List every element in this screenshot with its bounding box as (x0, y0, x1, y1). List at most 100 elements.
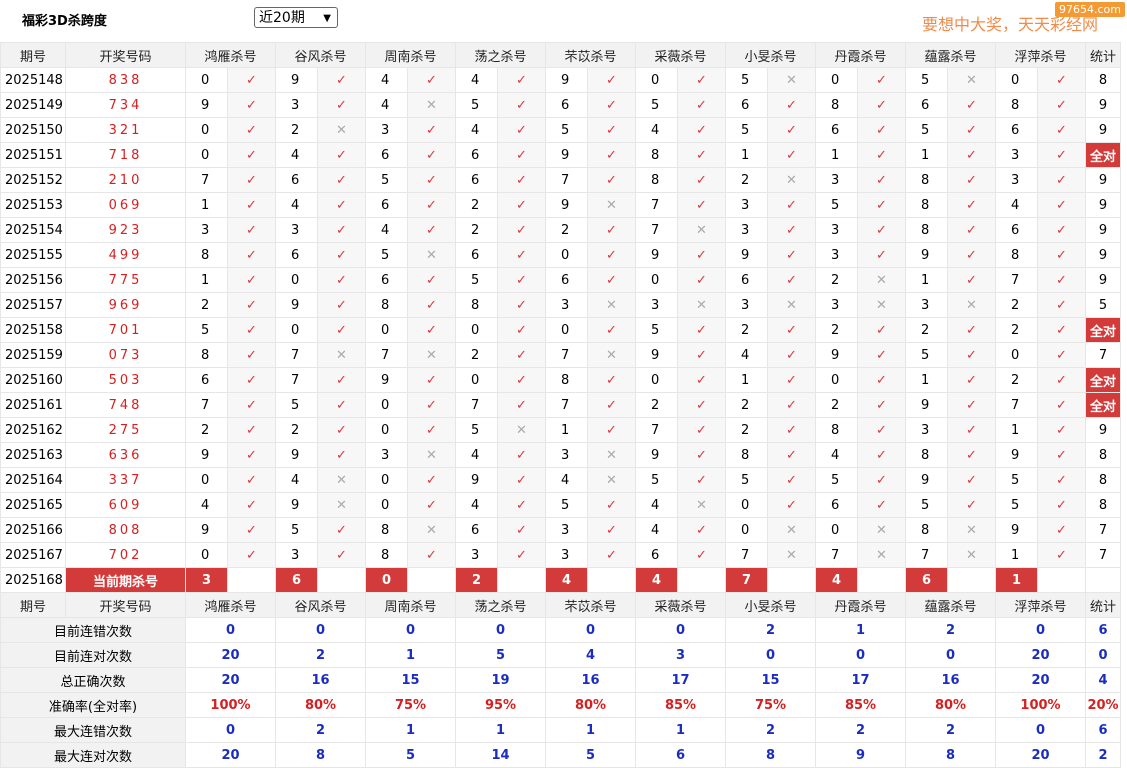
kill-number-cell: 0 (455, 367, 498, 393)
check-icon: ✓ (947, 392, 996, 418)
check-icon: ✓ (767, 417, 816, 443)
check-icon: ✓ (587, 167, 636, 193)
kill-number-cell: 4 (545, 467, 588, 493)
kill-number-cell: 4 (275, 467, 318, 493)
check-icon: ✓ (587, 92, 636, 118)
col-header-expert: 鸿雁杀号 (185, 592, 276, 618)
check-icon: ✓ (587, 317, 636, 343)
kill-number-cell: 4 (455, 117, 498, 143)
stat-cell: 7 (1085, 517, 1121, 543)
issue-cell: 2025149 (0, 92, 66, 118)
kill-number-cell: 1 (905, 142, 948, 168)
kill-number-cell: 2 (725, 417, 768, 443)
kill-number-cell: 0 (365, 467, 408, 493)
kill-number-cell: 5 (905, 492, 948, 518)
kill-number-cell: 1 (185, 192, 228, 218)
kill-number-cell: 1 (905, 267, 948, 293)
check-icon: ✓ (947, 342, 996, 368)
stats-value: 80% (275, 692, 366, 718)
check-icon: ✓ (317, 517, 366, 543)
check-icon: ✓ (227, 292, 276, 318)
kill-number-cell: 4 (455, 442, 498, 468)
empty-cell (947, 567, 996, 593)
check-icon: ✓ (767, 92, 816, 118)
issue-cell: 2025165 (0, 492, 66, 518)
kill-number-cell: 3 (365, 117, 408, 143)
kill-number-cell: 8 (365, 292, 408, 318)
check-icon: ✓ (1037, 267, 1086, 293)
check-icon: ✓ (1037, 392, 1086, 418)
current-kill-label: 当前期杀号 (65, 567, 186, 593)
kill-number-cell: 7 (185, 167, 228, 193)
kill-number-cell: 6 (185, 367, 228, 393)
period-select[interactable]: 近20期 ▼ (254, 7, 338, 28)
cross-icon: ✕ (407, 442, 456, 468)
check-icon: ✓ (1037, 517, 1086, 543)
kill-number-cell: 9 (635, 342, 678, 368)
kill-number-cell: 0 (635, 267, 678, 293)
check-icon: ✓ (767, 467, 816, 493)
kill-number-cell: 8 (815, 417, 858, 443)
check-icon: ✓ (497, 392, 546, 418)
check-icon: ✓ (227, 492, 276, 518)
cross-icon: ✕ (767, 292, 816, 318)
kill-number-cell: 9 (185, 442, 228, 468)
current-kill-number: 4 (545, 567, 588, 593)
draw-number-cell: 503 (65, 367, 186, 393)
check-icon: ✓ (947, 417, 996, 443)
kill-number-cell: 5 (725, 467, 768, 493)
kill-number-cell: 3 (545, 517, 588, 543)
stats-value: 0 (725, 642, 816, 668)
table-row: 2025161 748 7 ✓ 5 ✓ 0 ✓ 7 ✓ 7 ✓ 2 ✓ 2 ✓ 2 ✓ 9 ✓ 7 ✓ 全对 (0, 392, 1121, 418)
check-icon: ✓ (587, 392, 636, 418)
check-icon: ✓ (857, 142, 906, 168)
kill-number-cell: 0 (995, 67, 1038, 93)
kill-number-cell: 4 (275, 192, 318, 218)
check-icon: ✓ (857, 217, 906, 243)
kill-number-cell: 8 (545, 367, 588, 393)
kill-number-cell: 7 (545, 392, 588, 418)
empty-cell (317, 567, 366, 593)
stats-value: 15 (365, 667, 456, 693)
stats-total: 6 (1085, 717, 1121, 743)
check-icon: ✓ (767, 242, 816, 268)
stats-value: 80% (545, 692, 636, 718)
kill-number-cell: 4 (635, 517, 678, 543)
check-icon: ✓ (497, 192, 546, 218)
stats-label: 准确率(全对率) (0, 692, 186, 718)
kill-number-cell: 9 (815, 342, 858, 368)
empty-cell (677, 567, 726, 593)
cross-icon: ✕ (677, 492, 726, 518)
draw-number-cell: 321 (65, 117, 186, 143)
check-icon: ✓ (407, 392, 456, 418)
stats-value: 8 (905, 742, 996, 768)
issue-cell: 2025160 (0, 367, 66, 393)
kill-number-cell: 5 (725, 67, 768, 93)
kill-number-cell: 4 (365, 67, 408, 93)
check-icon: ✓ (857, 192, 906, 218)
check-icon: ✓ (227, 167, 276, 193)
kill-number-cell: 2 (275, 117, 318, 143)
kill-number-cell: 4 (455, 67, 498, 93)
stats-value: 20 (995, 667, 1086, 693)
check-icon: ✓ (857, 167, 906, 193)
check-icon: ✓ (767, 142, 816, 168)
col-header-stat: 统计 (1085, 42, 1121, 68)
check-icon: ✓ (677, 267, 726, 293)
stats-value: 14 (455, 742, 546, 768)
check-icon: ✓ (677, 167, 726, 193)
cross-icon: ✕ (767, 517, 816, 543)
check-icon: ✓ (587, 542, 636, 568)
stats-value: 5 (365, 742, 456, 768)
check-icon: ✓ (677, 417, 726, 443)
kill-number-cell: 0 (995, 342, 1038, 368)
col-header-expert: 荡之杀号 (455, 592, 546, 618)
kill-number-cell: 7 (545, 167, 588, 193)
check-icon: ✓ (407, 192, 456, 218)
kill-number-cell: 0 (635, 367, 678, 393)
kill-number-cell: 9 (905, 467, 948, 493)
kill-number-cell: 1 (725, 142, 768, 168)
cross-icon: ✕ (857, 267, 906, 293)
kill-number-cell: 0 (545, 317, 588, 343)
kill-number-cell: 7 (365, 342, 408, 368)
